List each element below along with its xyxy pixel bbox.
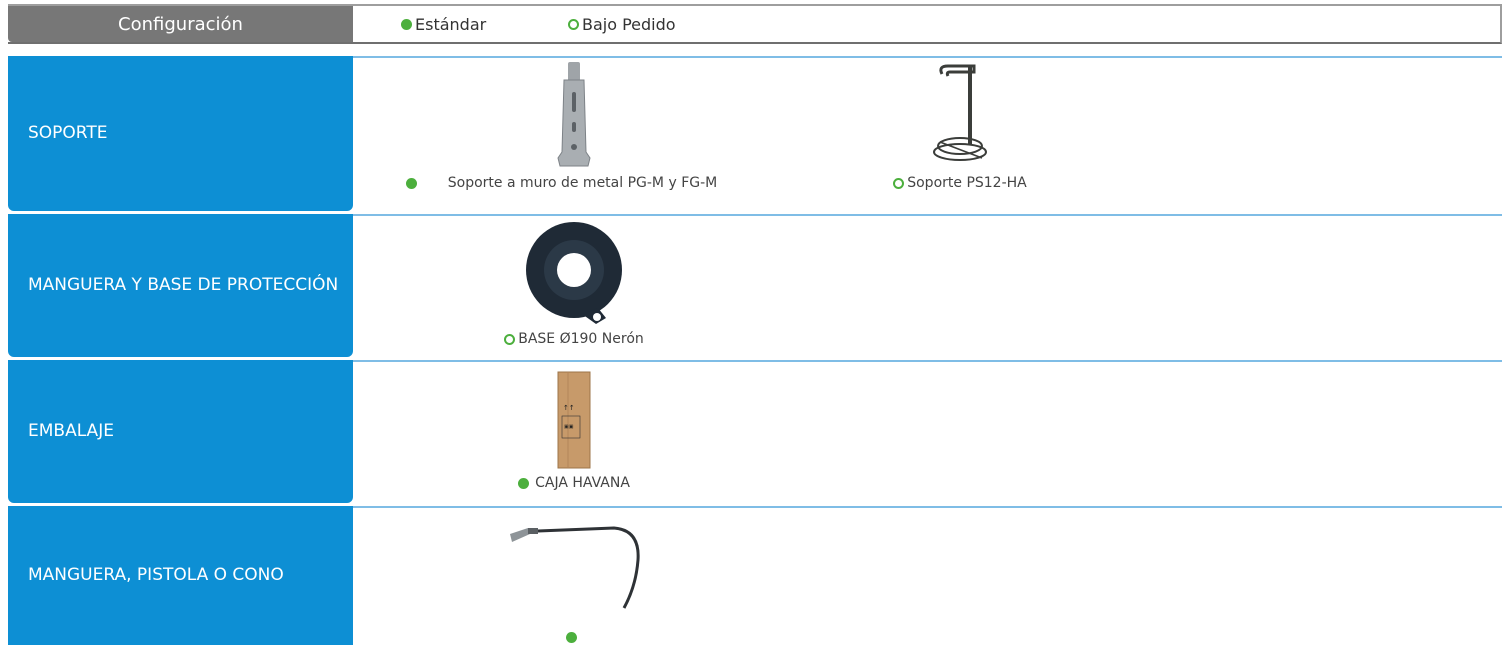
floor-stand-image xyxy=(933,64,987,161)
svg-text:▣▣: ▣▣ xyxy=(564,424,574,430)
category-label: MANGUERA Y BASE DE PROTECCIÓN xyxy=(8,214,353,357)
item-caption xyxy=(474,628,674,643)
legend-order-label: Bajo Pedido xyxy=(582,14,676,34)
standard-dot-icon xyxy=(401,18,412,30)
caption-text: BASE Ø190 Nerón xyxy=(518,331,644,347)
row-manguera: MANGUERA, PISTOLA O CONO xyxy=(8,506,1502,645)
product-hose-nozzle[interactable] xyxy=(474,520,674,643)
item-caption: BASE Ø190 Nerón xyxy=(474,330,674,348)
row-divider xyxy=(353,360,1502,362)
protection-base-image xyxy=(526,222,622,324)
category-label: MANGUERA, PISTOLA O CONO xyxy=(8,506,353,645)
caption-text: CAJA HAVANA xyxy=(535,475,630,491)
item-caption: Soporte PS12-HA xyxy=(870,174,1050,192)
legend-standard-label: Estándar xyxy=(415,14,487,34)
configuration-header: Configuración Estándar Bajo Pedido xyxy=(8,4,1502,44)
svg-text:↑↑: ↑↑ xyxy=(563,404,575,412)
legend-standard: Estándar xyxy=(401,6,486,42)
row-divider xyxy=(353,214,1502,216)
row-base: MANGUERA Y BASE DE PROTECCIÓN BASE Ø190 … xyxy=(8,214,1502,357)
cardboard-box-image: ↑↑ ▣▣ xyxy=(557,371,591,469)
item-caption: CAJA HAVANA xyxy=(474,474,674,492)
category-label: SOPORTE xyxy=(8,56,353,211)
standard-dot-icon xyxy=(518,478,530,489)
product-caja-havana[interactable]: ↑↑ ▣▣ CAJA HAVANA xyxy=(474,370,674,492)
standard-dot-icon xyxy=(565,632,577,643)
row-soporte: SOPORTE Soporte a muro de metal PG-M y F… xyxy=(8,56,1502,211)
order-ring-icon xyxy=(504,334,516,345)
order-ring-icon xyxy=(893,178,905,189)
standard-dot-icon xyxy=(405,178,417,189)
product-ps12-stand[interactable]: Soporte PS12-HA xyxy=(870,62,1050,192)
category-label: EMBALAJE xyxy=(8,360,353,503)
caption-text: Soporte a muro de metal PG-M y FG-M xyxy=(447,175,718,191)
product-wall-mount[interactable]: Soporte a muro de metal PG-M y FG-M xyxy=(394,62,754,192)
row-embalaje: EMBALAJE ↑↑ ▣▣ CAJA HAVANA xyxy=(8,360,1502,503)
legend-order: Bajo Pedido xyxy=(568,6,676,42)
row-divider xyxy=(353,56,1502,58)
caption-text: Soporte PS12-HA xyxy=(907,175,1027,191)
item-caption: Soporte a muro de metal PG-M y FG-M xyxy=(394,174,754,192)
row-divider xyxy=(353,506,1502,508)
header-title: Configuración xyxy=(8,6,353,42)
product-base-neron[interactable]: BASE Ø190 Nerón xyxy=(474,218,674,348)
wall-mount-bracket-image xyxy=(557,62,591,167)
hose-nozzle-image xyxy=(510,526,640,609)
order-ring-icon xyxy=(568,18,579,30)
